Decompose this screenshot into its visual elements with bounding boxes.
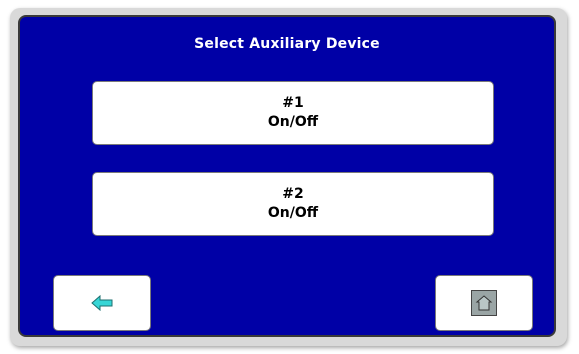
device-2-number: #2 [282, 186, 304, 202]
device-1-action: On/Off [267, 114, 319, 130]
back-button[interactable] [53, 275, 151, 331]
touch-screen: Select Auxiliary Device #1 On/Off #2 On/… [18, 15, 556, 337]
device-1-number: #1 [282, 95, 304, 111]
left-arrow-icon [91, 295, 113, 311]
home-button[interactable] [435, 275, 533, 331]
home-icon [471, 290, 497, 316]
device-1-button[interactable]: #1 On/Off [92, 81, 494, 145]
page-title: Select Auxiliary Device [194, 36, 380, 52]
device-2-button[interactable]: #2 On/Off [92, 172, 494, 236]
device-2-action: On/Off [267, 205, 319, 221]
